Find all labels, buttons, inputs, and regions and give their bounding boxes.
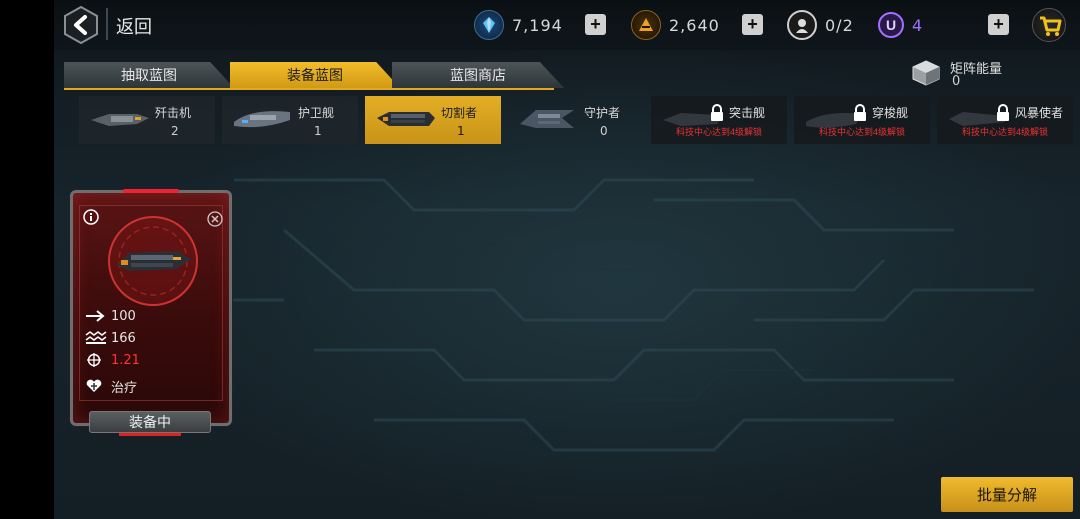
frigate-ship-icon: [234, 111, 290, 128]
screen-left-edge: [0, 0, 54, 519]
lock-icon: [997, 104, 1009, 121]
ship-filter-guardian[interactable]: 守护者 0: [508, 96, 644, 144]
stat-speed: 100: [85, 307, 136, 325]
blueprint-card[interactable]: 100 166 1.21 治疗 装备中: [70, 189, 232, 436]
add-crystal-button[interactable]: +: [585, 14, 606, 35]
add-alloy-button[interactable]: +: [742, 14, 763, 35]
matrix-energy: 矩阵能量 0: [912, 58, 1062, 90]
ship-filter-cutter[interactable]: 切割者 1: [365, 96, 501, 144]
shop-cart-icon[interactable]: [1032, 8, 1066, 42]
lock-icon: [854, 104, 866, 121]
unlock-requirement: 科技中心达到4级解锁: [818, 127, 905, 137]
crosshair-icon: [87, 353, 101, 367]
speed-arrow-icon: [86, 310, 105, 322]
ship-filter-label: 切割者: [441, 106, 478, 120]
alloy-icon: [631, 10, 661, 40]
ship-filter-label: 突击舰: [729, 106, 766, 120]
back-icon[interactable]: [62, 6, 100, 44]
u-currency-value: 4: [912, 15, 924, 35]
alloy-resource: 2,640: [631, 9, 720, 41]
blueprint-screen: 返回 7,194 + 2,640 + 0/2 U 4 + 抽取蓝图 装备蓝图 蓝…: [54, 0, 1080, 519]
matrix-energy-value: 0: [952, 74, 961, 89]
matrix-cube-icon: [912, 60, 940, 86]
batch-dismantle-button[interactable]: 批量分解: [941, 477, 1073, 512]
pilot-value: 0/2: [825, 15, 854, 35]
ship-reticle-icon: [108, 216, 198, 306]
guardian-ship-icon: [520, 110, 574, 128]
stat-accuracy-value: 1.21: [111, 352, 140, 368]
ship-filter-label: 穿梭舰: [872, 106, 909, 120]
ship-filter-count: 2: [171, 124, 179, 138]
cutter-ship-icon: [377, 112, 435, 126]
fighter-ship-icon: [91, 114, 149, 126]
pilot-icon: [787, 10, 817, 40]
tab-equip-blueprint[interactable]: 装备蓝图: [230, 62, 400, 88]
ship-filter-assault[interactable]: 突击舰 科技中心达到4级解锁: [651, 96, 787, 144]
stat-accuracy: 1.21: [85, 351, 140, 369]
ship-filter-frigate[interactable]: 护卫舰 1: [222, 96, 358, 144]
tab-blueprint-shop[interactable]: 蓝图商店: [392, 62, 564, 88]
alloy-value: 2,640: [669, 15, 720, 35]
u-currency-icon: U: [878, 12, 904, 38]
add-u-currency-button[interactable]: +: [988, 14, 1009, 35]
ship-filter-fighter[interactable]: 歼击机 2: [79, 96, 215, 144]
crystal-value: 7,194: [512, 15, 563, 35]
stat-ability-value: 治疗: [111, 379, 138, 395]
crystal-resource: 7,194: [474, 9, 563, 41]
ship-filter-shuttle[interactable]: 穿梭舰 科技中心达到4级解锁: [794, 96, 930, 144]
tab-draw-blueprint[interactable]: 抽取蓝图: [64, 62, 234, 88]
lock-icon: [711, 104, 723, 121]
close-icon[interactable]: [207, 211, 223, 227]
damage-waves-icon: [85, 331, 107, 344]
heart-repair-icon: [86, 379, 102, 392]
info-icon[interactable]: [83, 209, 99, 225]
ship-filter-label: 风暴使者: [1015, 106, 1064, 120]
stat-damage: 166: [85, 329, 136, 347]
ship-filter-count: 1: [314, 124, 322, 138]
equipped-indicator: [119, 433, 181, 436]
stat-ability: 治疗: [85, 377, 137, 395]
ship-filter-label: 歼击机: [155, 106, 192, 120]
stat-damage-value: 166: [111, 330, 136, 346]
pilot-resource: 0/2: [787, 9, 854, 41]
unlock-requirement: 科技中心达到4级解锁: [675, 127, 762, 137]
tab-underline: [64, 88, 554, 90]
unlock-requirement: 科技中心达到4级解锁: [961, 127, 1048, 137]
ship-filter-label: 守护者: [584, 106, 621, 120]
crystal-icon: [474, 10, 504, 40]
u-currency-resource: U 4: [878, 9, 923, 41]
stat-speed-value: 100: [111, 308, 136, 324]
ship-filter-count: 1: [457, 124, 465, 138]
top-bar: 返回 7,194 + 2,640 + 0/2 U 4 +: [54, 0, 1080, 50]
back-separator: [106, 8, 108, 40]
card-top-glow: [123, 189, 179, 193]
ship-filter-count: 0: [600, 124, 608, 138]
ship-filter-label: 护卫舰: [298, 106, 335, 120]
back-label[interactable]: 返回: [116, 13, 152, 39]
ship-filter-storm-herald[interactable]: 风暴使者 科技中心达到4级解锁: [937, 96, 1073, 144]
equipped-status: 装备中: [89, 411, 211, 433]
